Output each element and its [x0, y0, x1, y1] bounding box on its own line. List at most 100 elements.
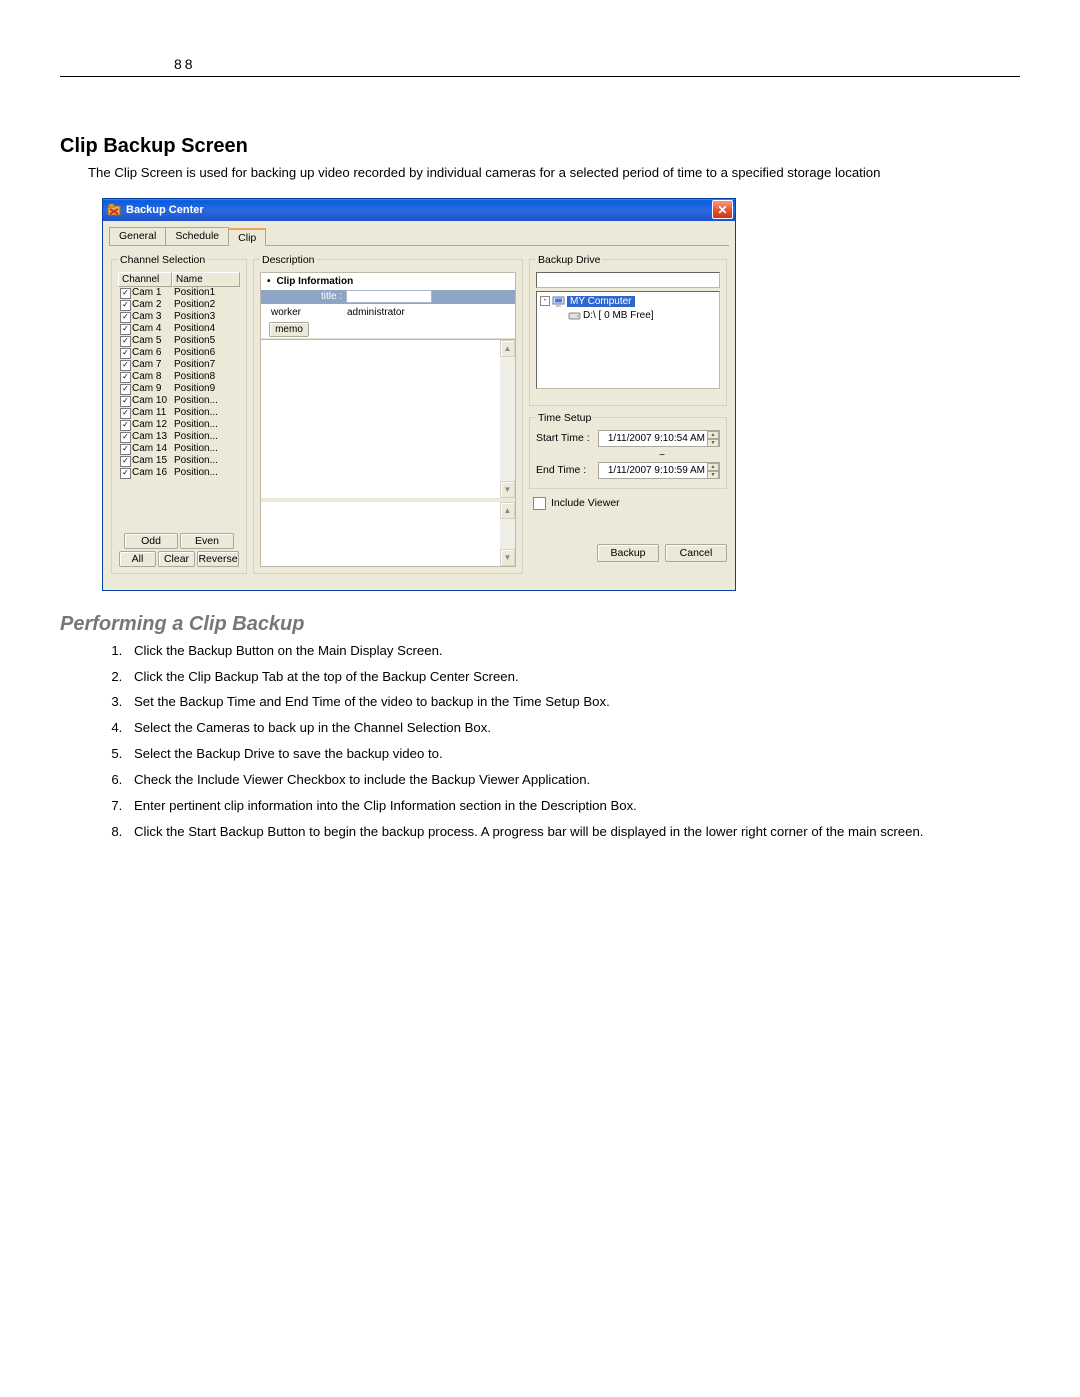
channel-checkbox[interactable]: ✓	[120, 360, 131, 371]
channel-cam: Cam 16	[132, 467, 174, 479]
close-button[interactable]: ✕	[712, 200, 733, 219]
title-input[interactable]	[346, 290, 432, 303]
channel-row[interactable]: ✓Cam 4Position4	[118, 323, 240, 335]
channel-row[interactable]: ✓Cam 1Position1	[118, 287, 240, 299]
channel-checkbox[interactable]: ✓	[120, 432, 131, 443]
channel-row[interactable]: ✓Cam 11Position...	[118, 407, 240, 419]
drive-path-input[interactable]	[536, 272, 720, 288]
all-button[interactable]: All	[119, 551, 156, 567]
channel-row[interactable]: ✓Cam 16Position...	[118, 467, 240, 479]
start-time-input[interactable]: 1/11/2007 9:10:54 AM ▲▼	[598, 430, 720, 447]
tree-root-mycomputer[interactable]: - MY Computer	[540, 295, 716, 308]
start-time-spinner[interactable]: ▲▼	[707, 431, 719, 446]
channel-checkbox[interactable]: ✓	[120, 408, 131, 419]
drive-icon	[568, 309, 581, 322]
steps-list: Click the Backup Button on the Main Disp…	[60, 642, 1020, 841]
clear-button[interactable]: Clear	[158, 551, 195, 567]
channel-row[interactable]: ✓Cam 14Position...	[118, 443, 240, 455]
odd-button[interactable]: Odd	[124, 533, 178, 549]
spin-up-icon[interactable]: ▲	[707, 463, 719, 471]
channel-row[interactable]: ✓Cam 15Position...	[118, 455, 240, 467]
drive-tree[interactable]: - MY Computer D:\ [ 0 MB Free]	[536, 291, 720, 389]
channel-row[interactable]: ✓Cam 6Position6	[118, 347, 240, 359]
lower-textarea[interactable]: ▲ ▼	[261, 498, 515, 566]
memo-textarea[interactable]: ▲ ▼	[261, 339, 515, 498]
scroll-up-icon[interactable]: ▲	[500, 340, 515, 357]
channel-row[interactable]: ✓Cam 2Position2	[118, 299, 240, 311]
tree-item-d-drive[interactable]: D:\ [ 0 MB Free]	[568, 309, 716, 322]
tree-label-mycomputer: MY Computer	[567, 296, 635, 307]
window-title: Backup Center	[126, 204, 204, 216]
title-row: title :	[261, 290, 515, 304]
channel-pos: Position...	[174, 407, 240, 419]
title-label: title :	[321, 291, 342, 302]
cancel-button[interactable]: Cancel	[665, 544, 727, 562]
scroll-down-icon[interactable]: ▼	[500, 481, 515, 498]
close-icon: ✕	[717, 203, 727, 217]
channel-row[interactable]: ✓Cam 9Position9	[118, 383, 240, 395]
col-name[interactable]: Name	[172, 272, 240, 287]
channel-cam: Cam 10	[132, 395, 174, 407]
channel-selection-box: Channel Selection Channel Name ✓Cam 1Pos…	[111, 254, 247, 574]
channel-checkbox[interactable]: ✓	[120, 288, 131, 299]
end-time-value: 1/11/2007 9:10:59 AM	[608, 465, 705, 476]
channel-checkbox[interactable]: ✓	[120, 384, 131, 395]
channel-pos: Position7	[174, 359, 240, 371]
channel-checkbox[interactable]: ✓	[120, 396, 131, 407]
scrollbar[interactable]: ▲ ▼	[500, 502, 515, 566]
end-time-label: End Time :	[536, 464, 594, 476]
include-viewer-checkbox[interactable]	[533, 497, 546, 510]
step-item: Set the Backup Time and End Time of the …	[126, 693, 1020, 711]
backup-button[interactable]: Backup	[597, 544, 659, 562]
channel-checkbox[interactable]: ✓	[120, 372, 131, 383]
end-time-input[interactable]: 1/11/2007 9:10:59 AM ▲▼	[598, 462, 720, 479]
channel-row[interactable]: ✓Cam 3Position3	[118, 311, 240, 323]
channel-checkbox[interactable]: ✓	[120, 348, 131, 359]
channel-pos: Position9	[174, 383, 240, 395]
scroll-up-icon[interactable]: ▲	[500, 502, 515, 519]
step-item: Enter pertinent clip information into th…	[126, 797, 1020, 815]
page-number: 88	[60, 0, 1020, 77]
channel-checkbox[interactable]: ✓	[120, 456, 131, 467]
channel-pos: Position...	[174, 431, 240, 443]
channel-checkbox[interactable]: ✓	[120, 324, 131, 335]
end-time-spinner[interactable]: ▲▼	[707, 463, 719, 478]
channel-checkbox[interactable]: ✓	[120, 444, 131, 455]
tab-clip[interactable]: Clip	[228, 228, 266, 246]
channel-pos: Position2	[174, 299, 240, 311]
channel-cam: Cam 7	[132, 359, 174, 371]
spin-down-icon[interactable]: ▼	[707, 471, 719, 479]
channel-checkbox[interactable]: ✓	[120, 468, 131, 479]
channel-checkbox[interactable]: ✓	[120, 420, 131, 431]
step-item: Select the Cameras to back up in the Cha…	[126, 719, 1020, 737]
reverse-button[interactable]: Reverse	[197, 551, 239, 567]
channel-cam: Cam 15	[132, 455, 174, 467]
memo-button[interactable]: memo	[269, 322, 309, 337]
scrollbar[interactable]: ▲ ▼	[500, 340, 515, 498]
channel-checkbox[interactable]: ✓	[120, 300, 131, 311]
channel-pos: Position8	[174, 371, 240, 383]
spin-up-icon[interactable]: ▲	[707, 431, 719, 439]
channel-checkbox[interactable]: ✓	[120, 312, 131, 323]
step-item: Click the Clip Backup Tab at the top of …	[126, 668, 1020, 686]
even-button[interactable]: Even	[180, 533, 234, 549]
tab-general[interactable]: General	[109, 227, 166, 245]
description-box: Description Clip Information title : wor…	[253, 254, 523, 574]
spin-down-icon[interactable]: ▼	[707, 439, 719, 447]
channel-row[interactable]: ✓Cam 5Position5	[118, 335, 240, 347]
channel-pos: Position1	[174, 287, 240, 299]
channel-row[interactable]: ✓Cam 12Position...	[118, 419, 240, 431]
channel-row[interactable]: ✓Cam 8Position8	[118, 371, 240, 383]
channel-row[interactable]: ✓Cam 13Position...	[118, 431, 240, 443]
app-icon	[107, 203, 121, 217]
tab-schedule[interactable]: Schedule	[165, 227, 229, 245]
channel-row[interactable]: ✓Cam 7Position7	[118, 359, 240, 371]
channel-cam: Cam 14	[132, 443, 174, 455]
col-channel[interactable]: Channel	[118, 272, 172, 287]
channel-cam: Cam 3	[132, 311, 174, 323]
tree-collapse-icon[interactable]: -	[540, 296, 550, 306]
worker-row: worker administrator	[261, 304, 515, 321]
scroll-down-icon[interactable]: ▼	[500, 549, 515, 566]
channel-checkbox[interactable]: ✓	[120, 336, 131, 347]
channel-row[interactable]: ✓Cam 10Position...	[118, 395, 240, 407]
